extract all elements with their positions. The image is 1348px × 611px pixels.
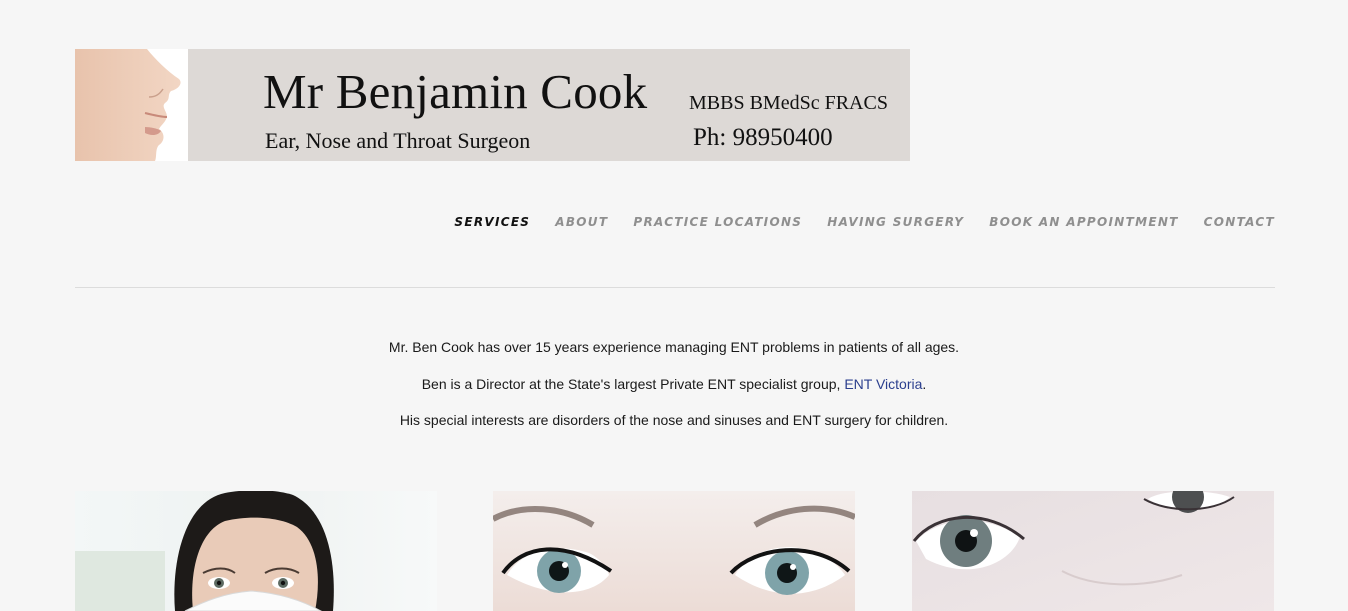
header-banner[interactable]: Mr Benjamin Cook MBBS BMedSc FRACS Ear, … xyxy=(75,49,910,161)
banner-qualifications: MBBS BMedSc FRACS xyxy=(689,92,888,114)
intro-line-experience: Mr. Ben Cook has over 15 years experienc… xyxy=(388,339,960,355)
intro-line-director: Ben is a Director at the State's largest… xyxy=(0,375,1348,412)
main-nav: SERVICES ABOUT PRACTICE LOCATIONS HAVING… xyxy=(454,215,1275,229)
ent-victoria-link[interactable]: ENT Victoria xyxy=(844,376,922,392)
intro-line-interests: His special interests are disorders of t… xyxy=(399,412,949,428)
face-profile-photo xyxy=(75,49,188,161)
banner-phone: Ph: 98950400 xyxy=(693,124,833,151)
face-mask-photo[interactable] xyxy=(75,491,437,611)
intro-director-text: Ben is a Director at the State's largest… xyxy=(421,375,845,392)
eyes-photo[interactable] xyxy=(493,491,855,611)
banner-role: Ear, Nose and Throat Surgeon xyxy=(265,128,531,153)
header-divider xyxy=(75,287,1275,288)
intro-director-period: . xyxy=(922,375,927,392)
nav-having-surgery[interactable]: HAVING SURGERY xyxy=(827,215,964,229)
nav-book-appointment[interactable]: BOOK AN APPOINTMENT xyxy=(989,215,1178,229)
intro-copy: Mr. Ben Cook has over 15 years experienc… xyxy=(0,338,1348,448)
nav-practice-locations[interactable]: PRACTICE LOCATIONS xyxy=(633,215,802,229)
nav-services[interactable]: SERVICES xyxy=(454,215,530,229)
nav-about[interactable]: ABOUT xyxy=(555,215,608,229)
banner-name: Mr Benjamin Cook xyxy=(263,64,648,119)
child-eyes-photo[interactable] xyxy=(912,491,1274,611)
nav-contact[interactable]: CONTACT xyxy=(1204,215,1275,229)
